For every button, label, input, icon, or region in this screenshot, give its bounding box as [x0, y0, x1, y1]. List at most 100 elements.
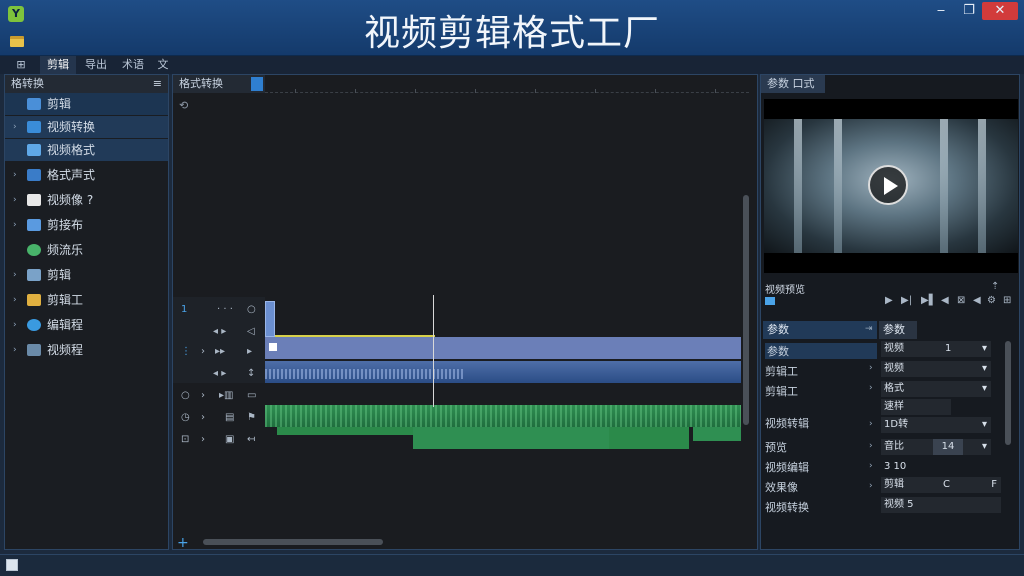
- prop-value: 1D转: [884, 419, 909, 430]
- nav-item-video-process[interactable]: › 视频程: [5, 339, 168, 361]
- vertical-scrollbar[interactable]: [743, 195, 749, 425]
- minimize-button[interactable]: ‒: [930, 2, 952, 20]
- rewind-icon[interactable]: ◀: [973, 295, 981, 306]
- film-icon: [27, 344, 41, 356]
- chevron-down-icon: ▾: [981, 419, 987, 430]
- flag-icon[interactable]: ⚑: [247, 412, 256, 423]
- nav-item-edit-process[interactable]: › 编辑程: [5, 314, 168, 336]
- square-icon[interactable]: ▣: [225, 434, 234, 445]
- mute-icon[interactable]: ◁: [247, 326, 255, 337]
- audio-sub-clip[interactable]: [609, 427, 689, 449]
- tab-params-2[interactable]: 参数: [879, 321, 917, 339]
- prop-select[interactable]: 1D转 ▾: [881, 417, 991, 433]
- chevron-right-icon[interactable]: ›: [201, 412, 205, 423]
- close-button[interactable]: ✕: [982, 2, 1018, 20]
- arrows-icon[interactable]: ◂ ▸: [213, 326, 226, 337]
- tab-file[interactable]: 文件: [154, 56, 172, 89]
- video-track-clip[interactable]: [265, 337, 741, 359]
- pin-icon[interactable]: [251, 77, 263, 91]
- undo-icon[interactable]: ⟲: [179, 99, 188, 112]
- menu-icon[interactable]: ≡: [153, 75, 162, 93]
- split-icon[interactable]: ▸▸: [215, 346, 225, 357]
- chevron-right-icon[interactable]: ›: [201, 346, 205, 357]
- lock-icon[interactable]: ○: [247, 304, 256, 315]
- track-row-7[interactable]: ⊡ › ▣ ↤: [173, 429, 265, 451]
- play-icon[interactable]: ▶: [885, 295, 893, 306]
- chevron-down-icon: ▾: [981, 343, 987, 354]
- nav-item-video-convert[interactable]: › 视频转换: [5, 116, 168, 138]
- video-clip-thumb[interactable]: [265, 301, 275, 337]
- track-row-2[interactable]: ◂ ▸ ◁: [173, 321, 265, 343]
- play-button[interactable]: [868, 165, 908, 205]
- nav-item-video-image[interactable]: › 视频像 ?: [5, 189, 168, 211]
- grid-icon[interactable]: ⊞: [1003, 295, 1011, 306]
- prop-select[interactable]: 速样: [881, 399, 951, 415]
- track-row-1[interactable]: 1 · · · ○: [173, 299, 265, 321]
- chevron-right-icon: ›: [13, 295, 17, 305]
- nav-item-video-format[interactable]: 视频格式: [5, 139, 168, 161]
- folder-icon[interactable]: [10, 36, 24, 47]
- track-row-4[interactable]: ◂ ▸ ↕: [173, 363, 265, 385]
- arrow-icon[interactable]: ↤: [247, 434, 255, 445]
- ruler-tick: [295, 89, 296, 93]
- cut-icon[interactable]: ↕: [247, 368, 255, 379]
- prop-select[interactable]: 视频 1 ▾: [881, 341, 991, 357]
- monitor-icon[interactable]: ▭: [247, 390, 256, 401]
- video-preview[interactable]: [764, 99, 1018, 273]
- doc-icon[interactable]: ▤: [225, 412, 234, 423]
- nav-item-music[interactable]: 频流乐: [5, 239, 168, 261]
- prop-select[interactable]: 视频 ▾: [881, 361, 991, 377]
- arrows-icon[interactable]: ◂ ▸: [213, 368, 226, 379]
- prop-value-2: 14: [933, 439, 963, 455]
- track-row-3[interactable]: ⋮ › ▸▸ ▸: [173, 341, 265, 363]
- maximize-button[interactable]: ❐: [958, 2, 980, 20]
- nav-item-splice[interactable]: › 剪接布: [5, 214, 168, 236]
- tab-edit[interactable]: 剪辑: [40, 56, 76, 74]
- prop-value: 剪辑: [884, 479, 904, 490]
- chevron-right-icon[interactable]: ›: [201, 434, 205, 445]
- document-icon[interactable]: [6, 559, 18, 571]
- bars-icon[interactable]: ▸▥: [219, 390, 233, 401]
- prop-select[interactable]: 音比 14 ▾: [881, 439, 991, 455]
- tab-export[interactable]: 导出: [80, 56, 112, 74]
- back-icon[interactable]: ◀: [941, 295, 949, 306]
- settings-icon[interactable]: ⚙: [987, 295, 996, 306]
- step-icon[interactable]: ▶▌: [921, 295, 936, 306]
- audio-track-clip[interactable]: [265, 405, 741, 427]
- prop-label: 参数: [765, 343, 877, 359]
- prop-label: 预览: [765, 441, 787, 454]
- nav-item-clip-tool[interactable]: › 剪辑工: [5, 289, 168, 311]
- eye-icon[interactable]: ▸: [247, 346, 252, 357]
- add-icon[interactable]: +: [177, 535, 189, 551]
- nav-item-edit[interactable]: 剪辑: [5, 93, 168, 115]
- expand-icon[interactable]: ⇡: [991, 281, 999, 292]
- audio-sub-clip[interactable]: [413, 427, 609, 449]
- folder-icon[interactable]: [765, 297, 775, 305]
- audio-waveform-clip[interactable]: [265, 361, 741, 383]
- tab-params[interactable]: 参数: [763, 321, 877, 339]
- tab-bar: ⊞ 剪辑 导出 术语 文件: [0, 56, 1024, 89]
- nav-item-format-audio[interactable]: › 格式声式: [5, 164, 168, 186]
- prop-select[interactable]: 视频 5: [881, 497, 1001, 513]
- audio-sub-clip[interactable]: [693, 427, 741, 441]
- track-row-6[interactable]: ◷ › ▤ ⚑: [173, 407, 265, 429]
- playhead[interactable]: [433, 295, 434, 407]
- audio-sub-clip[interactable]: [277, 427, 417, 435]
- next-icon[interactable]: ▶|: [901, 295, 912, 306]
- time-ruler[interactable]: [265, 75, 749, 93]
- left-panel: 格转换 ≡ 剪辑 › 视频转换 视频格式 › 格式声式 › 视频像 ? › 剪接…: [4, 74, 169, 550]
- preview-tab[interactable]: 参数 口式: [761, 75, 825, 93]
- drag-icon[interactable]: · · ·: [217, 304, 233, 315]
- chevron-right-icon[interactable]: ›: [201, 390, 205, 401]
- filter-icon: [27, 121, 41, 133]
- horizontal-scrollbar[interactable]: [203, 539, 383, 545]
- track-row-5[interactable]: ○ › ▸▥ ▭: [173, 385, 265, 407]
- prop-select[interactable]: 剪辑 C F: [881, 477, 1001, 493]
- nav-item-clip[interactable]: › 剪辑: [5, 264, 168, 286]
- waveform: [265, 405, 741, 427]
- props-scrollbar[interactable]: [1005, 341, 1011, 445]
- stop-icon[interactable]: ⊠: [957, 295, 965, 306]
- workspace-icon[interactable]: ⊞: [6, 56, 36, 74]
- prop-select[interactable]: 格式 ▾: [881, 381, 991, 397]
- tab-terms[interactable]: 术语: [116, 56, 150, 74]
